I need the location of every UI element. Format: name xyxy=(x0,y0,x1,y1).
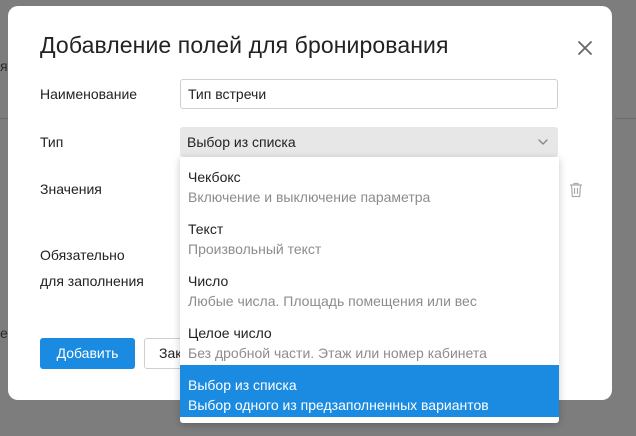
option-description: Произвольный текст xyxy=(188,241,322,257)
add-button[interactable]: Добавить xyxy=(40,338,135,369)
option-description: Любые числа. Площадь помещения или вес xyxy=(188,293,477,309)
type-select-value: Выбор из списка xyxy=(187,134,296,150)
type-dropdown-list: Чекбокс Включение и выключение параметра… xyxy=(180,157,559,423)
dropdown-option-text[interactable]: Текст Произвольный текст xyxy=(180,209,559,261)
values-label: Значения xyxy=(40,181,102,197)
required-label-line2: для заполнения xyxy=(40,273,144,289)
option-description: Выбор одного из предзаполненных варианто… xyxy=(188,397,489,413)
option-description: Без дробной части. Этаж или номер кабине… xyxy=(188,345,487,361)
dropdown-option-checkbox[interactable]: Чекбокс Включение и выключение параметра xyxy=(180,157,559,209)
name-input[interactable]: Тип встречи xyxy=(180,79,558,109)
dropdown-option-integer[interactable]: Целое число Без дробной части. Этаж или … xyxy=(180,313,559,365)
option-title: Чекбокс xyxy=(188,169,241,185)
required-label: Обязательно для заполнения xyxy=(40,245,144,291)
name-label: Наименование xyxy=(40,86,138,102)
option-title: Целое число xyxy=(188,325,272,341)
close-icon[interactable] xyxy=(575,38,595,58)
dropdown-option-number[interactable]: Число Любые числа. Площадь помещения или… xyxy=(180,261,559,313)
type-label: Тип xyxy=(40,134,64,150)
dropdown-option-list-select[interactable]: Выбор из списка Выбор одного из предзапо… xyxy=(180,365,559,417)
dialog-title: Добавление полей для бронирования xyxy=(40,32,449,58)
option-description: Включение и выключение параметра xyxy=(188,189,431,205)
background-divider-right xyxy=(615,118,636,119)
required-label-line1: Обязательно xyxy=(40,247,125,263)
background-text-fragment: я xyxy=(0,58,8,74)
chevron-down-icon xyxy=(538,139,548,145)
trash-icon[interactable] xyxy=(569,182,583,198)
option-title: Число xyxy=(188,273,229,289)
option-title: Текст xyxy=(188,221,224,237)
background-text-fragment-2: е xyxy=(0,325,8,341)
type-select[interactable]: Выбор из списка xyxy=(180,127,558,157)
option-title: Выбор из списка xyxy=(188,377,297,393)
